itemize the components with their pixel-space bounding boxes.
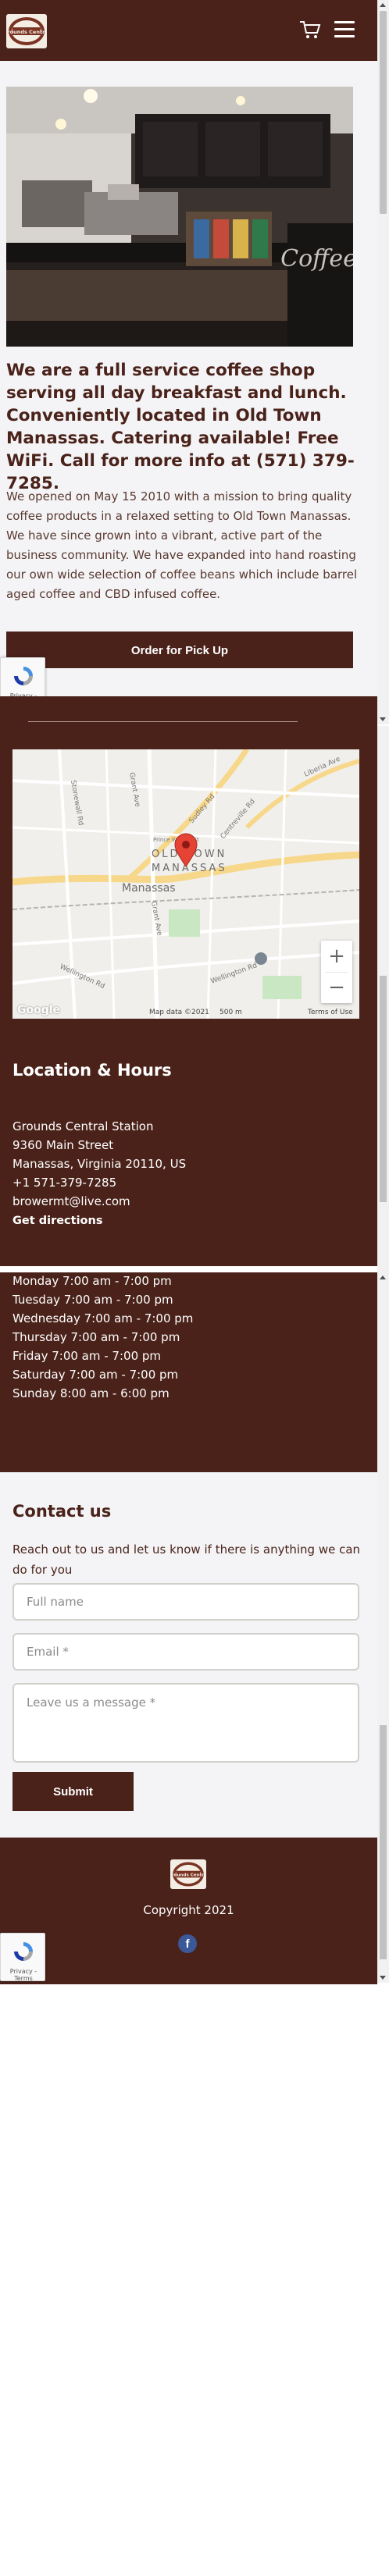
recaptcha-badge-2[interactable]: Privacy - Terms bbox=[0, 1933, 46, 1982]
google-map[interactable]: OLD TOWN MANASSAS Manassas Sudley Rd Cen… bbox=[12, 749, 359, 1019]
hours-tuesday: Tuesday 7:00 am - 7:00 pm bbox=[12, 1293, 173, 1307]
hero-photo: Coffee bbox=[6, 87, 353, 347]
hours-sunday: Sunday 8:00 am - 6:00 pm bbox=[12, 1386, 170, 1400]
site-logo[interactable]: Grounds Central bbox=[6, 14, 47, 48]
divider bbox=[28, 721, 298, 722]
hamburger-menu-icon[interactable] bbox=[334, 21, 355, 38]
email-address[interactable]: browermt@live.com bbox=[12, 1194, 130, 1208]
contact-section: Contact us Reach out to us and let us kn… bbox=[0, 1472, 377, 1838]
full-name-input[interactable] bbox=[12, 1583, 359, 1621]
message-textarea[interactable] bbox=[12, 1683, 359, 1763]
location-title: Location & Hours bbox=[12, 1061, 172, 1080]
map-data-label: Map data ©2021 bbox=[149, 1009, 209, 1016]
contact-title: Contact us bbox=[12, 1502, 112, 1521]
logo-text: Grounds Central bbox=[6, 29, 47, 35]
cart-icon[interactable] bbox=[299, 20, 321, 40]
contact-subtitle: Reach out to us and let us know if there… bbox=[12, 1542, 361, 1577]
map-zoom-control: + − bbox=[321, 941, 352, 1003]
scrollbar-thumb[interactable] bbox=[380, 11, 387, 214]
business-name: Grounds Central Station bbox=[12, 1119, 154, 1133]
site-header: Grounds Central bbox=[0, 0, 377, 61]
hero-heading: We are a full service coffee shop servin… bbox=[6, 361, 355, 493]
hours-friday: Friday 7:00 am - 7:00 pm bbox=[12, 1349, 162, 1363]
hero-description: We opened on May 15 2010 with a mission … bbox=[6, 489, 358, 601]
map-label-manassas: Manassas bbox=[122, 882, 176, 895]
scrollbar-thumb[interactable] bbox=[380, 976, 387, 1202]
submit-button[interactable]: Submit bbox=[12, 1772, 134, 1811]
map-footer: Map data ©2021 500 m Terms of Use bbox=[12, 1007, 359, 1019]
map-terms-link[interactable]: Terms of Use bbox=[308, 1009, 353, 1016]
facebook-icon[interactable]: f bbox=[178, 1934, 197, 1953]
location-section: OLD TOWN MANASSAS Manassas Sudley Rd Cen… bbox=[0, 696, 377, 1266]
blank-area bbox=[0, 1984, 389, 2576]
zoom-in-button[interactable]: + bbox=[321, 941, 352, 972]
opening-hours: Monday 7:00 am - 7:00 pm Tuesday 7:00 am… bbox=[0, 1272, 377, 1472]
copyright-text: Copyright 2021 bbox=[143, 1903, 234, 1917]
recaptcha-icon bbox=[14, 1942, 33, 1961]
footer-logo-text: Grounds Central bbox=[170, 1873, 206, 1878]
scrollbar[interactable] bbox=[377, 1272, 389, 1983]
photo-sign-text: Coffee bbox=[280, 245, 353, 272]
hours-monday: Monday 7:00 am - 7:00 pm bbox=[12, 1274, 172, 1288]
map-scale: 500 m bbox=[219, 1009, 242, 1016]
order-pickup-button[interactable]: Order for Pick Up bbox=[6, 632, 353, 668]
recaptcha-icon bbox=[14, 667, 33, 685]
footer-logo[interactable]: Grounds Central bbox=[170, 1859, 206, 1889]
zoom-out-button[interactable]: − bbox=[321, 972, 352, 1003]
site-footer: Grounds Central Copyright 2021 f bbox=[0, 1838, 377, 1984]
email-input[interactable] bbox=[12, 1633, 359, 1670]
city-address: Manassas, Virginia 20110, US bbox=[12, 1157, 187, 1171]
map-label-manassas-caps: MANASSAS bbox=[152, 863, 227, 874]
get-directions-link[interactable]: Get directions bbox=[12, 1215, 102, 1227]
phone-number[interactable]: +1 571-379-7285 bbox=[12, 1176, 116, 1190]
street-address: 9360 Main Street bbox=[12, 1138, 114, 1152]
hero-section: Coffee We are a full service coffee shop… bbox=[0, 61, 377, 723]
hours-thursday: Thursday 7:00 am - 7:00 pm bbox=[12, 1330, 180, 1344]
scrollbar[interactable] bbox=[377, 726, 389, 1272]
recaptcha-label[interactable]: Privacy - Terms bbox=[1, 1968, 46, 1982]
hours-saturday: Saturday 7:00 am - 7:00 pm bbox=[12, 1368, 179, 1382]
scrollbar-thumb[interactable] bbox=[380, 1725, 387, 1959]
scrollbar[interactable] bbox=[377, 0, 389, 724]
hours-wednesday: Wednesday 7:00 am - 7:00 pm bbox=[12, 1311, 194, 1325]
